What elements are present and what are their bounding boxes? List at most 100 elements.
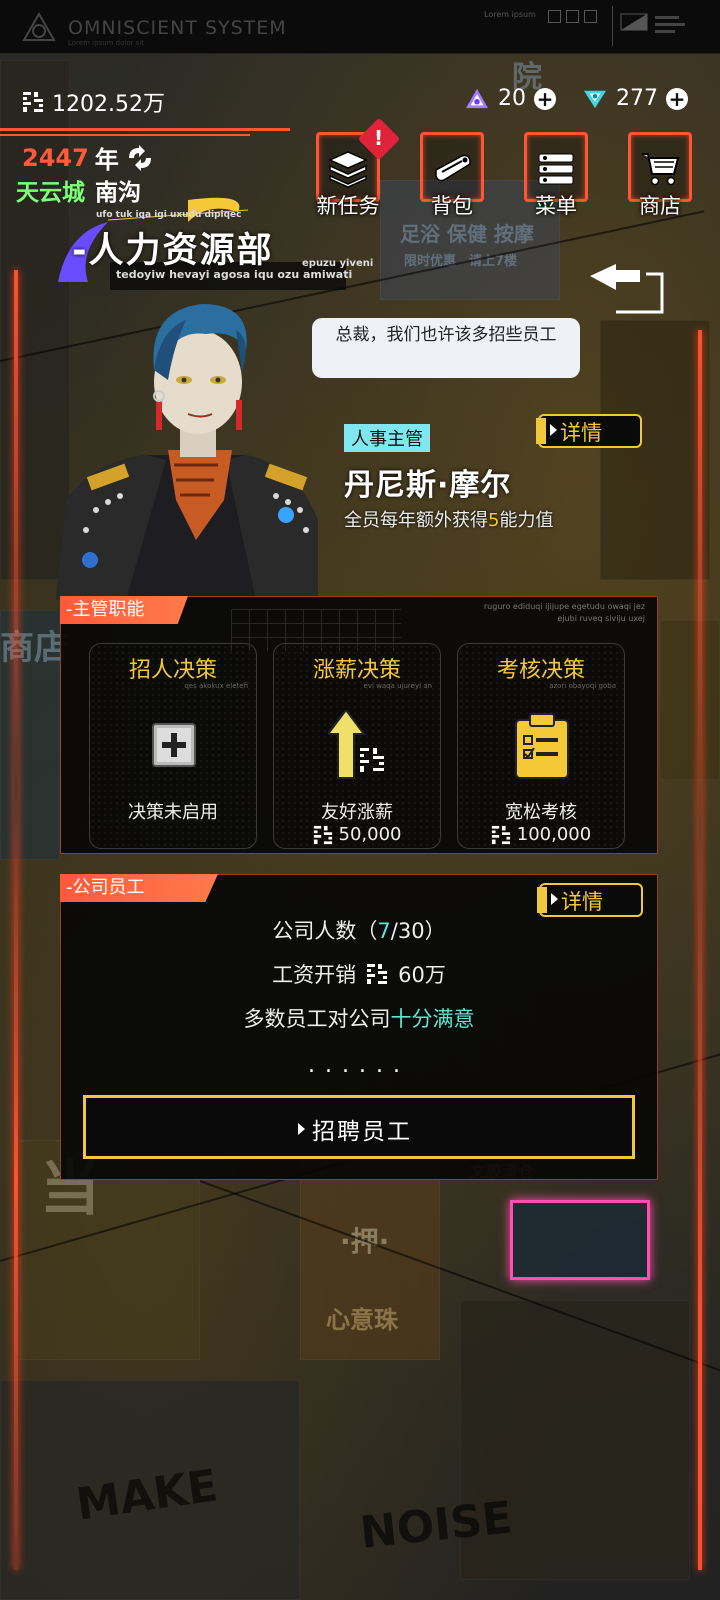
raise-decision-cost: 50,000 [274, 824, 440, 845]
gem-cyan-display: 277 + [582, 86, 688, 111]
company-employees-panel: -公司员工 详情 公司人数（7/30） 工资开销 60万 多数员工对公司十分满意… [60, 874, 658, 1180]
raise-cost-value: 50,000 [338, 824, 402, 845]
recruit-decision-title: 招人决策 [128, 658, 217, 683]
backpack-icon [435, 154, 471, 182]
recruit-label: 招聘员工 [312, 1119, 412, 1145]
currency-icon [313, 825, 332, 844]
salary-label: 工资开销 [272, 963, 357, 987]
employees-detail-label: 详情 [561, 890, 603, 914]
mood-label: 多数员工对公司 [243, 1007, 391, 1031]
salary-value: 60万 [398, 963, 446, 987]
bonus-value: 5 [488, 510, 500, 531]
department-title-text: 人力资源部 [88, 231, 274, 271]
supervisor-role-tag: 人事主管 [344, 424, 430, 452]
duties-deco: ruguro ediduqi ijijupe egetudu owaqi jez… [484, 601, 645, 625]
game-date: 2447 年 [22, 140, 155, 175]
money-value: 1202.52万 [52, 92, 165, 117]
currency-icon [367, 964, 388, 984]
recruit-decision-sub: qes akokux eletefi [184, 682, 248, 690]
menu-list-icon [538, 153, 574, 185]
raise-decision-title: 涨薪决策 [312, 658, 401, 683]
count-label: 公司人数（ [272, 919, 378, 943]
shopping-cart-icon [642, 153, 680, 186]
supervisor-bonus: 全员每年额外获得5能力值 [344, 506, 553, 532]
system-logo-icon [22, 12, 56, 41]
menu-label: 菜单 [535, 194, 577, 218]
employee-count: 公司人数（7/30） [61, 915, 657, 945]
clipboard-icon [515, 713, 569, 779]
red-divider-lines [0, 128, 290, 136]
gem-purple-value: 20 [498, 86, 526, 111]
review-cost-value: 100,000 [516, 824, 592, 845]
currency-icon [23, 92, 43, 112]
more-dots: ...... [308, 1053, 410, 1078]
recruit-decision-status: 决策未启用 [128, 802, 218, 823]
duties-tab: -主管职能 [60, 596, 188, 624]
recruit-employees-button[interactable]: 招聘员工 [83, 1095, 635, 1159]
raise-decision-card[interactable]: 涨薪决策 evi waqa ujureyi an 友好涨薪 50,000 [273, 643, 441, 849]
review-decision-status: 宽松考核 [505, 802, 577, 823]
new-task-label: 新任务 [316, 194, 380, 218]
system-right-text: Lorem ipsum [484, 10, 536, 19]
new-task-button[interactable]: ! 新任务 [312, 117, 401, 218]
duties-deco-line1: ruguro ediduqi ijijupe egetudu owaqi jez [483, 602, 645, 611]
backpack-label: 背包 [431, 194, 473, 218]
neon-frame-right [698, 330, 702, 1570]
review-decision-cost: 100,000 [458, 824, 624, 845]
review-decision-title: 考核决策 [496, 658, 585, 683]
supervisor-portrait [56, 304, 318, 600]
currency-icon [491, 825, 510, 844]
speech-bubble: 总裁，我们也许该多招些员工 [312, 318, 580, 378]
cyan-gem-icon [584, 90, 606, 108]
shop-button[interactable]: 商店 [624, 132, 696, 218]
shop-label: 商店 [639, 194, 681, 218]
year-unit: 年 [94, 146, 119, 174]
gem-purple-display: 20 + [464, 86, 556, 111]
money-display: 1202.52万 [22, 86, 165, 118]
add-box-icon [152, 723, 196, 767]
department-deco-top: ufo tuk iqa igi uxudu dipiqec [96, 210, 242, 220]
salary-up-arrow-icon [328, 710, 384, 779]
department-title: -人力资源部 [72, 222, 274, 273]
recruit-decision-card[interactable]: 招人决策 qes akokux eletefi 决策未启用 [89, 643, 257, 849]
menu-button[interactable]: 菜单 [520, 132, 592, 218]
system-subtitle: Lorem ipsum dolor sit [68, 39, 145, 47]
raise-decision-status: 友好涨薪 [321, 802, 393, 823]
raise-decision-sub: evi waqa ujureyi an [363, 682, 432, 690]
supervisor-name: 丹尼斯·摩尔 [344, 468, 512, 503]
year-value: 2447 [22, 143, 89, 172]
backpack-button[interactable]: 背包 [416, 132, 488, 218]
back-arrow-icon[interactable] [586, 258, 672, 318]
system-bar: OMNISCIENT SYSTEM Lorem ipsum dolor sit … [0, 0, 720, 54]
system-window-controls [548, 10, 597, 23]
review-decision-card[interactable]: 考核决策 azori obayoqi goba 宽松考核 100,000 [457, 643, 625, 849]
notification-badge-text: ! [374, 126, 384, 150]
mood-value: 十分满意 [390, 1007, 475, 1031]
bonus-suffix: 能力值 [499, 510, 554, 531]
add-cyan-gem-button[interactable]: + [666, 87, 688, 110]
supervisor-detail-label: 详情 [560, 421, 602, 445]
play-arrow-icon [298, 1123, 305, 1135]
time-advance-icon[interactable] [125, 144, 155, 171]
system-title: OMNISCIENT SYSTEM [68, 17, 287, 39]
gem-cyan-value: 277 [616, 86, 658, 111]
add-purple-gem-button[interactable]: + [534, 87, 556, 110]
employee-mood: 多数员工对公司十分满意 [61, 1003, 657, 1033]
supervisor-detail-button[interactable]: 详情 [536, 414, 642, 448]
supervisor-duties-panel: -主管职能 ruguro ediduqi ijijupe egetudu owa… [60, 596, 658, 854]
play-arrow-icon [550, 424, 557, 436]
count-max: /30） [390, 919, 446, 943]
play-arrow-icon [551, 893, 558, 905]
bonus-prefix: 全员每年额外获得 [344, 510, 488, 531]
neon-frame-left [14, 270, 18, 1570]
department-deco-bottom: tedoyiw hevayi agosa iqu ozu amiwati [116, 268, 353, 281]
salary-expense: 工资开销 60万 [61, 959, 657, 989]
count-current: 7 [377, 919, 391, 943]
employees-tab: -公司员工 [60, 874, 218, 902]
task-stack-icon [328, 151, 368, 188]
review-decision-sub: azori obayoqi goba [549, 682, 616, 690]
employees-detail-button[interactable]: 详情 [537, 883, 643, 917]
duties-deco-line2: ejubi ruveq siviju uxej [557, 614, 645, 623]
department-title-prefix: - [72, 231, 89, 271]
purple-gem-icon [466, 88, 488, 108]
